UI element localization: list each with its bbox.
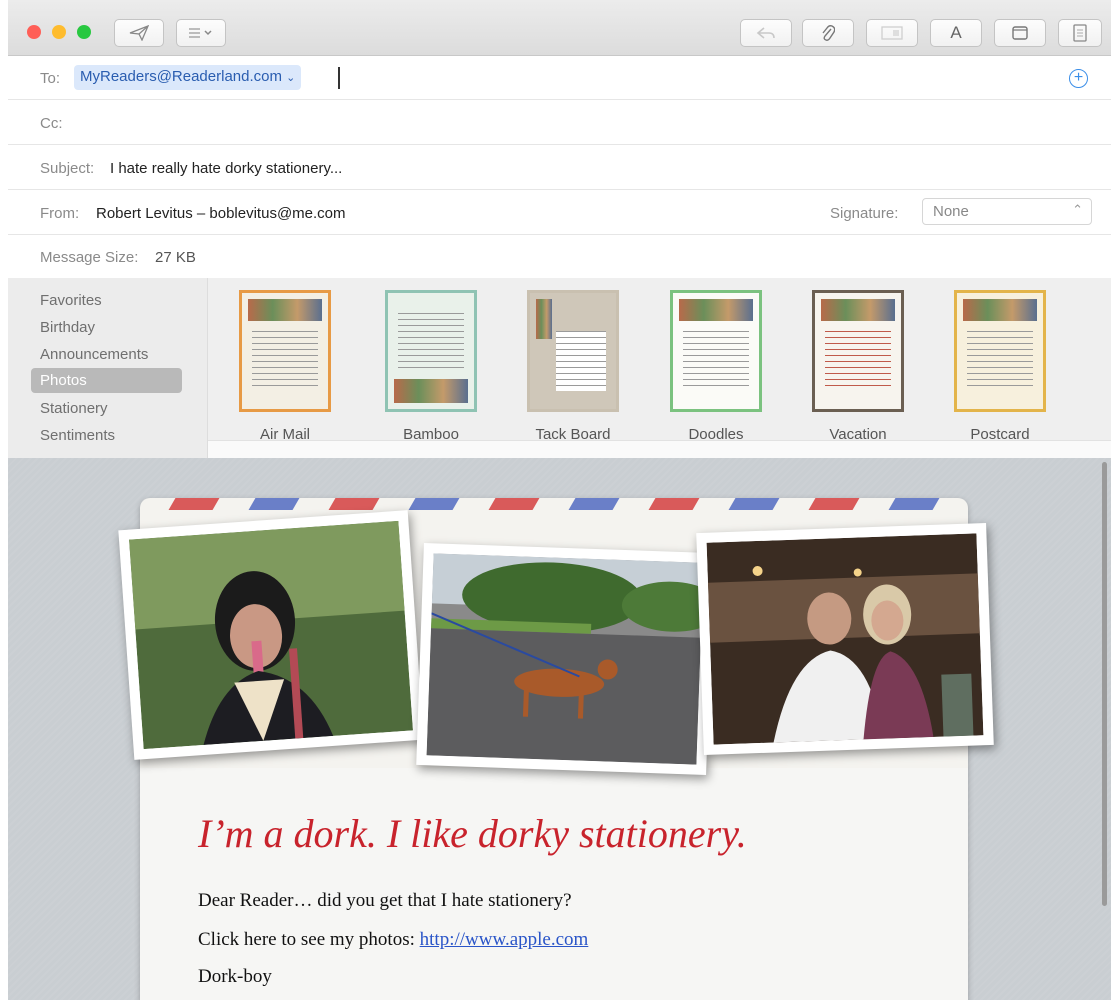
- signature-label: Signature:: [830, 205, 899, 222]
- stripe: [648, 498, 700, 510]
- recipient-token[interactable]: MyReaders@Readerland.com ⌄: [74, 65, 302, 90]
- stationery-icon: [1012, 26, 1028, 40]
- scrollbar[interactable]: [1102, 462, 1107, 906]
- from-label: From:: [40, 205, 80, 222]
- close-window-button[interactable]: [27, 25, 41, 39]
- message-line-3[interactable]: Dork-boy: [198, 966, 272, 988]
- message-line-1[interactable]: Dear Reader… did you get that I hate sta…: [198, 890, 572, 912]
- couple-photo: [706, 533, 984, 745]
- photo-frame-3[interactable]: [696, 523, 994, 755]
- photo-frame-2[interactable]: [416, 543, 722, 775]
- stripe: [888, 498, 940, 510]
- category-stationery[interactable]: Stationery: [40, 400, 108, 417]
- toolbar: A: [8, 0, 1111, 56]
- stationery-browser: Favorites Birthday Announcements Photos …: [8, 278, 1111, 458]
- photo-browser-button[interactable]: [866, 19, 918, 47]
- photo-frame-1[interactable]: [118, 510, 424, 760]
- message-headline[interactable]: I’m a dork. I like dorky stationery.: [198, 810, 747, 857]
- category-sentiments[interactable]: Sentiments: [40, 427, 115, 444]
- gallery-shelf: [208, 440, 1111, 458]
- template-postcard[interactable]: [954, 290, 1046, 412]
- message-size-label: Message Size:: [40, 249, 139, 266]
- paper-plane-icon: [129, 25, 149, 41]
- send-button[interactable]: [114, 19, 164, 47]
- template-doodles[interactable]: [670, 290, 762, 412]
- message-line-2[interactable]: Click here to see my photos: http://www.…: [198, 929, 588, 951]
- message-size-value: 27 KB: [155, 249, 196, 266]
- chevron-down-icon: ⌄: [286, 72, 296, 84]
- stationery-categories: Favorites Birthday Announcements Photos …: [8, 278, 208, 458]
- subject-field[interactable]: I hate really hate dorky stationery...: [110, 160, 342, 177]
- category-announcements[interactable]: Announcements: [40, 346, 148, 363]
- paperclip-icon: [822, 25, 835, 41]
- template-gallery: Air Mail Bamboo Tack Board Doodles Vacat…: [208, 278, 1111, 458]
- category-birthday[interactable]: Birthday: [40, 319, 95, 336]
- message-size-row: Message Size: 27 KB: [8, 235, 1111, 278]
- category-favorites[interactable]: Favorites: [40, 292, 102, 309]
- signature-select[interactable]: None ⌃: [922, 198, 1092, 225]
- mail-compose-window: A To: MyReaders@Readerland.com ⌄ + Cc: S…: [8, 0, 1111, 1000]
- template-air-mail[interactable]: [239, 290, 331, 412]
- format-text-button[interactable]: A: [930, 19, 982, 47]
- stripe: [728, 498, 780, 510]
- stripe: [488, 498, 540, 510]
- attach-button[interactable]: [802, 19, 854, 47]
- document-icon: [1073, 24, 1087, 42]
- signature-value: None: [933, 203, 969, 220]
- message-body[interactable]: I’m a dork. I like dorky stationery. Dea…: [8, 458, 1111, 1000]
- to-label: To:: [40, 70, 61, 87]
- template-bamboo[interactable]: [385, 290, 477, 412]
- template-tack-board[interactable]: [527, 290, 619, 412]
- markup-button[interactable]: [1058, 19, 1102, 47]
- stepper-arrows-icon: ⌃: [1072, 202, 1083, 217]
- recipient-address: MyReaders@Readerland.com: [80, 68, 282, 85]
- cc-row[interactable]: Cc:: [8, 100, 1111, 145]
- stationery-toggle-button[interactable]: [994, 19, 1046, 47]
- category-photos[interactable]: Photos: [31, 368, 182, 393]
- stripe: [568, 498, 620, 510]
- header-fields-menu-button[interactable]: [176, 19, 226, 47]
- reply-arrow-icon: [756, 27, 775, 39]
- text-cursor: [338, 67, 340, 89]
- stripe: [808, 498, 860, 510]
- stripe: [408, 498, 460, 510]
- subject-label: Subject:: [40, 160, 95, 177]
- link-prefix: Click here to see my photos:: [198, 929, 415, 950]
- minimize-window-button[interactable]: [52, 25, 66, 39]
- add-contact-icon[interactable]: +: [1069, 69, 1088, 88]
- stripe: [248, 498, 300, 510]
- to-row: To: MyReaders@Readerland.com ⌄ +: [8, 56, 1111, 100]
- stripe: [328, 498, 380, 510]
- from-row: From: Robert Levitus – boblevitus@me.com…: [8, 190, 1111, 235]
- from-field[interactable]: Robert Levitus – boblevitus@me.com: [96, 205, 346, 222]
- subject-row[interactable]: Subject: I hate really hate dorky statio…: [8, 145, 1111, 190]
- reply-button[interactable]: [740, 19, 792, 47]
- portrait-photo: [129, 520, 413, 750]
- photos-link[interactable]: http://www.apple.com: [420, 929, 589, 950]
- dog-photo: [426, 553, 722, 765]
- photo-icon: [881, 26, 903, 40]
- stripe: [168, 498, 220, 510]
- zoom-window-button[interactable]: [77, 25, 91, 39]
- cc-label: Cc:: [40, 115, 63, 132]
- list-icon: [189, 28, 212, 38]
- template-vacation[interactable]: [812, 290, 904, 412]
